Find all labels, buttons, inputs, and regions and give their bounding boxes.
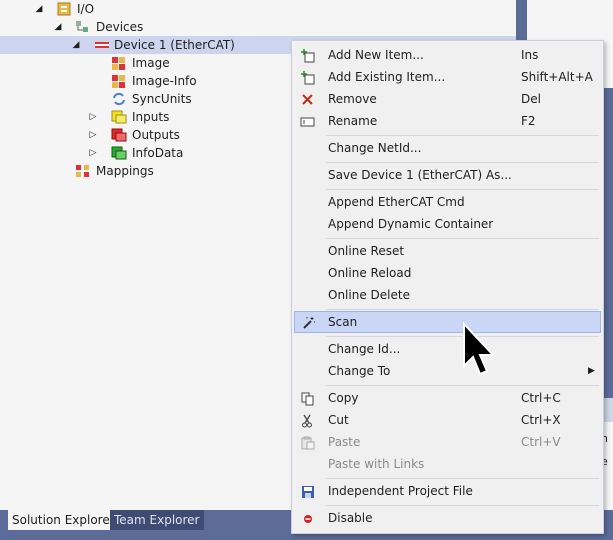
menu-item-scan[interactable]: Scan [294, 311, 601, 333]
tree-item-devices[interactable]: ◢ Devices [0, 18, 516, 36]
menu-item-online-reset[interactable]: Online Reset [294, 240, 601, 262]
mappings-icon [75, 164, 89, 178]
menu-item-append-ethercat-cmd[interactable]: Append EtherCAT Cmd [294, 191, 601, 213]
tree-item-label: Image-Info [132, 74, 197, 88]
tree-item-label: Image [132, 56, 170, 70]
devices-icon [75, 20, 89, 34]
menu-item-append-dynamic-container[interactable]: Append Dynamic Container [294, 213, 601, 235]
magic-wand-icon [300, 315, 316, 329]
expanded-triangle-icon[interactable]: ◢ [53, 18, 63, 36]
tree-item-image-info[interactable]: Image-Info [0, 72, 290, 90]
io-folder-icon [57, 2, 71, 16]
tree-item-inputs[interactable]: ▷ Inputs [0, 108, 290, 126]
tab-solution-explorer[interactable]: Solution Explorer [8, 510, 119, 530]
menu-separator [326, 478, 599, 479]
menu-item-remove[interactable]: Remove Del [294, 88, 601, 110]
tab-team-explorer[interactable]: Team Explorer [110, 510, 204, 530]
ethercat-device-icon [94, 38, 109, 52]
tree-item-label: Mappings [96, 164, 154, 178]
menu-item-add-existing-item[interactable]: Add Existing Item... Shift+Alt+A [294, 66, 601, 88]
menu-item-paste-with-links[interactable]: Paste with Links [294, 453, 601, 475]
menu-item-save-device-as[interactable]: Save Device 1 (EtherCAT) As... [294, 164, 601, 186]
scissors-icon [300, 413, 316, 428]
menu-separator [326, 385, 599, 386]
menu-separator [326, 189, 599, 190]
expanded-triangle-icon[interactable]: ◢ [71, 36, 81, 54]
menu-item-disable[interactable]: Disable [294, 507, 601, 529]
submenu-arrow-icon: ▶ [588, 366, 595, 376]
menu-separator [326, 505, 599, 506]
disable-icon [300, 511, 316, 525]
tree-item-io[interactable]: ◢ I/O [0, 0, 516, 18]
add-new-item-icon [300, 48, 316, 63]
collapsed-triangle-icon[interactable]: ▷ [88, 108, 98, 126]
paste-icon [300, 435, 316, 450]
menu-item-add-new-item[interactable]: Add New Item... Ins [294, 44, 601, 66]
tree-item-mappings[interactable]: Mappings [0, 162, 290, 180]
collapsed-triangle-icon[interactable]: ▷ [88, 144, 98, 162]
add-existing-item-icon [300, 70, 316, 85]
tree-item-label: Outputs [132, 128, 180, 142]
menu-separator [326, 162, 599, 163]
menu-item-change-id[interactable]: Change Id... [294, 338, 601, 360]
copy-icon [300, 391, 316, 406]
sync-units-icon [111, 92, 125, 106]
collapsed-triangle-icon[interactable]: ▷ [88, 126, 98, 144]
remove-x-icon [300, 92, 316, 106]
infodata-icon [111, 146, 127, 160]
mouse-pointer-icon [462, 321, 498, 385]
tree-item-label: Devices [96, 20, 144, 34]
outputs-icon [111, 128, 127, 142]
menu-item-independent-project-file[interactable]: Independent Project File [294, 480, 601, 502]
tree-item-label: SyncUnits [132, 92, 192, 106]
menu-item-change-netid[interactable]: Change NetId... [294, 137, 601, 159]
tree-item-syncunits[interactable]: SyncUnits [0, 90, 290, 108]
menu-item-rename[interactable]: Rename F2 [294, 110, 601, 132]
expanded-triangle-icon[interactable]: ◢ [34, 0, 44, 18]
menu-item-change-to[interactable]: Change To ▶ [294, 360, 601, 382]
tree-item-label: Device 1 (EtherCAT) [114, 38, 235, 52]
image-icon [111, 56, 125, 70]
tree-item-infodata[interactable]: ▷ InfoData [0, 144, 290, 162]
save-floppy-icon [300, 484, 316, 498]
menu-item-copy[interactable]: Copy Ctrl+C [294, 387, 601, 409]
tree-item-image[interactable]: Image [0, 54, 290, 72]
menu-item-cut[interactable]: Cut Ctrl+X [294, 409, 601, 431]
menu-item-online-delete[interactable]: Online Delete [294, 284, 601, 306]
image-info-icon [111, 74, 125, 88]
rename-icon [300, 114, 316, 128]
tree-item-label: InfoData [132, 146, 184, 160]
tree-item-label: I/O [77, 2, 95, 16]
tree-item-outputs[interactable]: ▷ Outputs [0, 126, 290, 144]
menu-separator [326, 135, 599, 136]
menu-separator [326, 238, 599, 239]
tree-item-label: Inputs [132, 110, 170, 124]
inputs-icon [111, 110, 127, 124]
menu-separator [326, 309, 599, 310]
menu-item-paste[interactable]: Paste Ctrl+V [294, 431, 601, 453]
context-menu: Add New Item... Ins Add Existing Item...… [291, 40, 604, 534]
menu-item-online-reload[interactable]: Online Reload [294, 262, 601, 284]
